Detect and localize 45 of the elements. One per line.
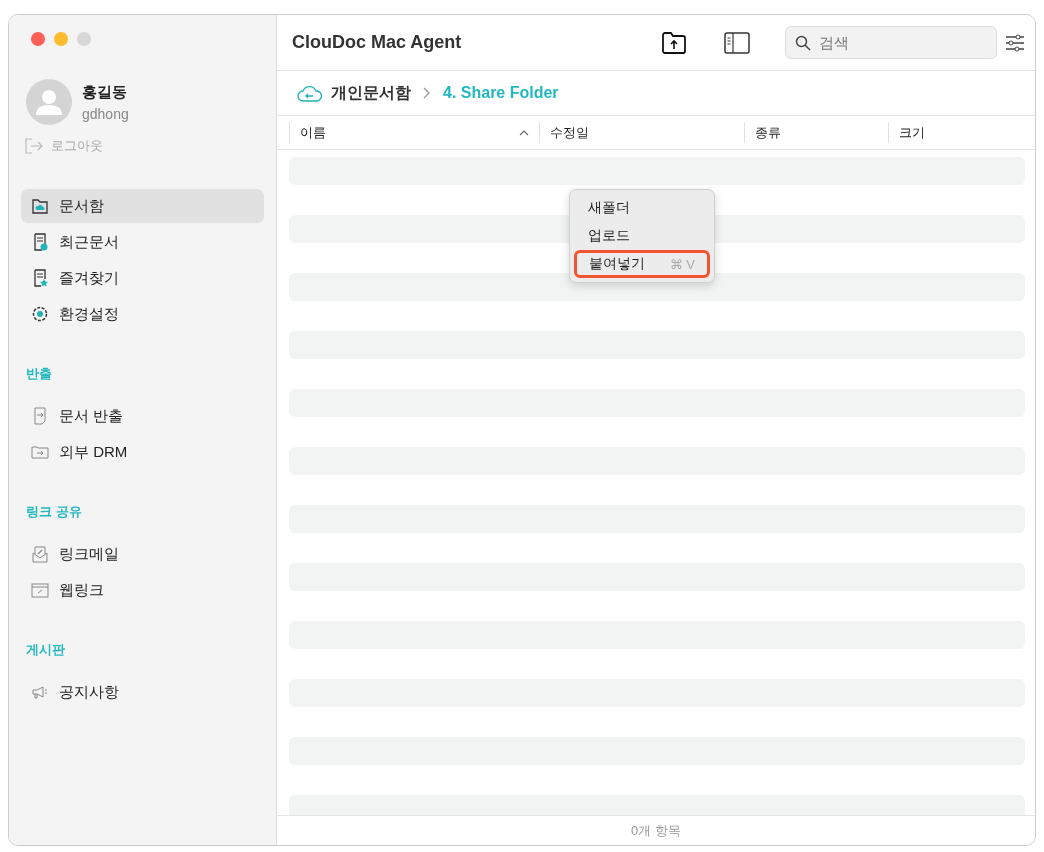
upload-folder-icon[interactable] [661,30,689,55]
browser-link-icon [31,581,49,599]
document-star-icon [31,269,49,287]
section-title: 반출 [26,365,53,383]
avatar-icon [26,79,72,125]
settings-icon [31,305,49,323]
sidebar-item[interactable]: 링크메일 [21,537,264,571]
search-input[interactable]: 검색 [817,33,977,52]
column-header[interactable]: 종류 [744,122,888,143]
column-header[interactable]: 이름 [289,122,539,143]
folder-icon [31,197,49,215]
sidebar-item[interactable]: 즐겨찾기 [21,261,264,295]
sidebar-item[interactable]: 환경설정 [21,297,264,331]
sidebar-item[interactable]: 공지사항 [21,675,264,709]
sidebar-item[interactable]: 문서함 [21,189,264,223]
settings-icon[interactable] [1005,32,1025,53]
document-clock-icon [31,233,49,251]
megaphone-icon [31,683,49,701]
menu-item[interactable]: 붙여넣기 ⌘ V [574,250,710,278]
menu-item[interactable]: 새폴더 [574,194,710,222]
breadcrumb-item[interactable]: 개인문서함 [331,82,411,104]
folder-arrow-icon [31,443,49,461]
sidebar-toggle-icon[interactable] [723,30,751,55]
user-name: 홍길동 [82,82,128,102]
menu-item[interactable]: 업로드 [574,222,710,250]
logout-icon [25,138,43,154]
search-icon [795,34,811,51]
status-text: 0개 항목 [631,821,681,840]
envelope-icon [31,545,49,563]
section-title: 게시판 [26,641,66,659]
chevron-icon [423,87,431,99]
sidebar-item[interactable]: 웹링크 [21,573,264,607]
sidebar-item[interactable]: 최근문서 [21,225,264,259]
section-title: 링크 공유 [26,503,83,521]
search-field[interactable]: 검색 [785,26,997,59]
sidebar-item[interactable]: 문서 반출 [21,399,264,433]
minimize-button[interactable] [54,32,68,46]
user-id: gdhong [82,105,129,122]
document-arrow-icon [31,407,49,425]
window-title: ClouDoc Mac Agent [292,32,463,53]
column-header[interactable]: 크기 [888,122,1035,143]
column-header[interactable]: 수정일 [539,122,744,143]
sidebar-item[interactable]: 외부 DRM [21,435,264,469]
close-button[interactable] [31,32,45,46]
cloud-back-icon[interactable] [297,83,323,103]
